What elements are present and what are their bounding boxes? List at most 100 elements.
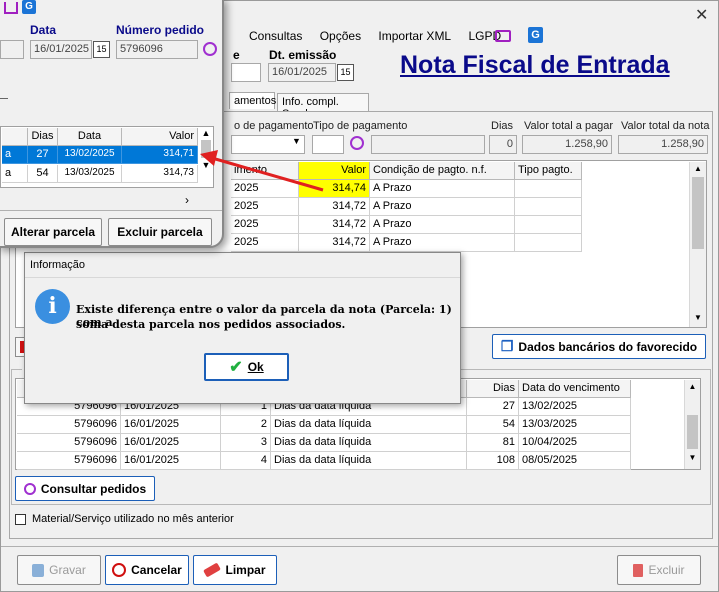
menu-importar-xml[interactable]: Importar XML xyxy=(378,29,451,43)
material-servico-checkbox[interactable] xyxy=(15,514,26,525)
consultar-pedidos-button[interactable]: Consultar pedidos xyxy=(15,476,155,501)
col-tipo-pagto[interactable]: Tipo pagto. xyxy=(515,162,582,180)
table-cell: a xyxy=(2,165,28,183)
table-cell: 13/03/2025 xyxy=(519,416,631,434)
tab-lancamentos[interactable]: amentos xyxy=(229,92,276,109)
table-cell[interactable]: 314,72 xyxy=(299,216,370,234)
table-cell: 54 xyxy=(28,165,58,183)
dt-emissao-field[interactable]: 16/01/2025 xyxy=(268,63,336,82)
table-cell: 27 xyxy=(28,146,58,164)
table-cell: 4 xyxy=(221,452,271,470)
zoom-col-valor[interactable]: Valor xyxy=(122,128,198,146)
excluir-label: Excluir xyxy=(648,563,685,577)
table-cell: Dias da data líquida xyxy=(271,434,467,452)
gravar-label: Gravar xyxy=(49,563,86,577)
material-servico-label: Material/Serviço utilizado no mês anteri… xyxy=(32,513,234,525)
dias-label: Dias xyxy=(491,120,514,132)
table-cell[interactable]: 314,72 xyxy=(299,234,370,252)
excluir-parcela-button[interactable]: Excluir parcela xyxy=(108,218,212,246)
tipo-pagamento-desc xyxy=(371,135,485,154)
app-logo-icon: G xyxy=(22,0,36,14)
dados-bancarios-label: Dados bancários do favorecido xyxy=(518,339,698,354)
search-pedido-icon[interactable] xyxy=(203,42,217,56)
calendar-icon[interactable]: 15 xyxy=(337,64,354,81)
dt-emissao-label: Dt. emissão xyxy=(269,48,337,62)
app-logo-icon[interactable]: G xyxy=(528,27,543,43)
monitor-icon xyxy=(4,2,18,14)
table-cell xyxy=(515,198,582,216)
zoom-col-data[interactable]: Data xyxy=(58,128,122,146)
arrow-line xyxy=(211,156,324,192)
ok-button[interactable]: ✔ Ok xyxy=(204,353,289,381)
cancelar-button[interactable]: Cancelar xyxy=(105,555,189,585)
zoom-inset: G Data Número pedido 16/01/2025 15 57960… xyxy=(0,0,224,248)
ok-label: Ok xyxy=(247,360,264,374)
table-cell[interactable]: 314,72 xyxy=(299,198,370,216)
table-cell: 2025 xyxy=(231,198,299,216)
close-icon[interactable]: ✕ xyxy=(695,5,708,25)
table-cell: 81 xyxy=(467,434,519,452)
dialog-message-line2: soma desta parcela nos pedidos associado… xyxy=(76,318,346,331)
valor-nota-label: Valor total da nota xyxy=(621,120,710,132)
zoom-col-dias[interactable]: Dias xyxy=(28,128,58,146)
cancelar-label: Cancelar xyxy=(131,563,182,577)
chevron-right-icon[interactable]: › xyxy=(185,193,189,207)
dados-bancarios-button[interactable]: ❐ Dados bancários do favorecido xyxy=(492,334,706,359)
table-cell: a xyxy=(2,146,28,164)
menu-opcoes[interactable]: Opções xyxy=(320,29,361,43)
dias-field[interactable]: 0 xyxy=(489,135,517,154)
table-cell: A Prazo xyxy=(370,216,515,234)
excluir-button[interactable]: Excluir xyxy=(617,555,701,585)
table-cell: 13/02/2025 xyxy=(58,146,122,164)
gravar-button[interactable]: Gravar xyxy=(17,555,101,585)
table-cell: 5796096 xyxy=(17,434,121,452)
table-cell: 314,71 xyxy=(122,146,198,164)
table-cell: 2 xyxy=(221,416,271,434)
col-condicao[interactable]: Condição de pagto. n.f. xyxy=(370,162,515,180)
valor-pagar-label: Valor total a pagar xyxy=(524,120,614,132)
info-dialog: Informação i Existe diferença entre o va… xyxy=(24,252,461,404)
zoom-divider xyxy=(0,210,222,211)
table-cell: 27 xyxy=(467,398,519,416)
zoom-col-blank xyxy=(2,128,28,146)
trash-icon xyxy=(633,563,644,577)
valor-pagar-field: 1.258,90 xyxy=(522,135,612,154)
partial-label: e xyxy=(233,48,240,62)
col-data-vencimento[interactable]: Data do vencimento xyxy=(519,380,631,398)
zoom-partial-field xyxy=(0,40,24,59)
table-cell: 16/01/2025 xyxy=(121,434,221,452)
calendar-icon[interactable]: 15 xyxy=(93,41,110,58)
alterar-parcela-button[interactable]: Alterar parcela xyxy=(4,218,102,246)
chevron-down-icon[interactable]: ▼ xyxy=(292,136,301,146)
zoom-numero-pedido-field[interactable]: 5796096 xyxy=(116,40,198,59)
zoom-data-field[interactable]: 16/01/2025 xyxy=(30,40,92,59)
zoom-data-label: Data xyxy=(30,23,57,37)
consultar-pedidos-label: Consultar pedidos xyxy=(40,481,147,496)
table-cell: Dias da data líquida xyxy=(271,452,467,470)
col-dias[interactable]: Dias xyxy=(467,380,519,398)
table-cell: 16/01/2025 xyxy=(121,452,221,470)
table-cell: 2025 xyxy=(231,234,299,252)
menu-consultas[interactable]: Consultas xyxy=(249,29,302,43)
tipo-pagamento-label: Tipo de pagamento xyxy=(313,120,408,132)
table-cell: 314,73 xyxy=(122,165,198,183)
table-cell: 54 xyxy=(467,416,519,434)
pedidos-scrollbar[interactable]: ▲ ▼ xyxy=(684,380,700,469)
table-cell: 3 xyxy=(221,434,271,452)
menu-bar: Consultas Opções Importar XML LGPD xyxy=(249,29,515,43)
limpar-button[interactable]: Limpar xyxy=(193,555,277,585)
arrow-head xyxy=(200,150,218,166)
page-title: Nota Fiscal de Entrada xyxy=(400,51,670,79)
partial-field[interactable] xyxy=(231,63,261,82)
table-cell xyxy=(515,216,582,234)
table-cell: 5796096 xyxy=(17,416,121,434)
excluir-parcela-label: Excluir parcela xyxy=(117,225,203,239)
table-cell: A Prazo xyxy=(370,198,515,216)
table-cell: 2025 xyxy=(231,216,299,234)
check-icon: ✔ xyxy=(229,359,243,376)
monitor-icon[interactable] xyxy=(495,30,511,42)
search-tipo-icon[interactable] xyxy=(350,136,364,150)
table-cell: A Prazo xyxy=(370,180,515,198)
cancel-icon xyxy=(112,563,127,577)
parcelas-scrollbar[interactable]: ▲ ▼ xyxy=(689,162,706,327)
